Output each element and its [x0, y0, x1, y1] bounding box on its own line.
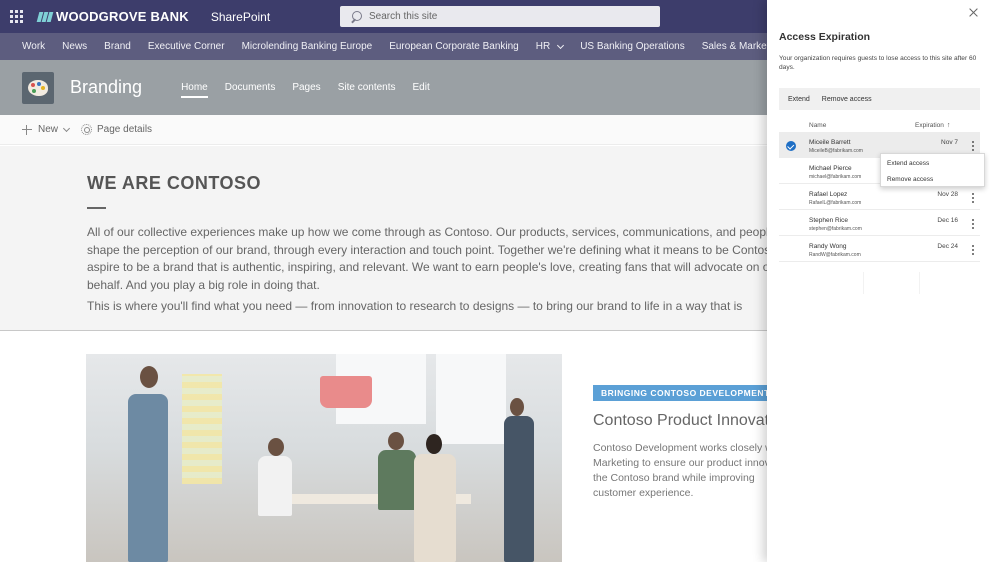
gear-icon	[81, 124, 93, 135]
hero-paragraph-1: All of our collective experiences make u…	[87, 225, 802, 292]
more-options-icon[interactable]	[972, 193, 974, 203]
site-nav-documents[interactable]: Documents	[225, 78, 276, 97]
pendant-lamp	[320, 376, 372, 408]
site-nav-edit[interactable]: Edit	[413, 78, 430, 97]
menu-item-remove-access[interactable]: Remove access	[887, 176, 933, 183]
more-options-icon[interactable]	[972, 245, 974, 255]
empty-table-area	[779, 272, 980, 294]
page-details-label: Page details	[97, 124, 153, 135]
feature-body-line: customer experience.	[593, 487, 694, 499]
hub-nav-executive-corner[interactable]: Executive Corner	[148, 41, 225, 52]
page-details-button[interactable]: Page details	[81, 124, 152, 135]
site-nav-pages[interactable]: Pages	[292, 78, 320, 97]
more-options-icon[interactable]	[972, 219, 974, 229]
heading-divider	[87, 207, 106, 209]
panel-description: Your organization requires guests to los…	[779, 55, 977, 71]
new-label: New	[38, 124, 59, 135]
column-header-expiration[interactable]: Expiration ↑	[915, 122, 950, 129]
feature-tag: BRINGING CONTOSO DEVELOPMENT TO	[593, 385, 767, 401]
row-context-menu: Extend access Remove access	[880, 153, 985, 187]
brand-name: WOODGROVE BANK	[56, 9, 189, 24]
seated-person	[378, 450, 416, 510]
app-launcher-button[interactable]	[0, 0, 33, 33]
standing-person	[128, 394, 168, 562]
person-head	[510, 398, 524, 416]
hub-nav-work[interactable]: Work	[22, 41, 45, 52]
hub-nav-brand[interactable]: Brand	[104, 41, 131, 52]
site-logo[interactable]	[22, 71, 54, 104]
column-header-expiration-label: Expiration	[915, 122, 944, 129]
remove-access-button[interactable]: Remove access	[822, 96, 872, 103]
app-name-link[interactable]: SharePoint	[211, 10, 270, 24]
guest-name: Rafael Lopez	[809, 191, 848, 198]
hero-heading: WE ARE CONTOSO	[87, 173, 262, 193]
palette-icon	[28, 79, 48, 96]
search-icon	[350, 10, 362, 23]
waffle-icon	[10, 10, 23, 23]
guest-expiration: Nov 7	[941, 139, 958, 146]
person-head	[268, 438, 284, 456]
guest-expiration: Nov 28	[937, 191, 958, 198]
access-expiration-panel: Access Expiration Your organization requ…	[767, 0, 998, 562]
table-row[interactable]: Randy Wong RandW@fabrikam.com Dec 24	[779, 236, 980, 262]
site-title[interactable]: Branding	[70, 77, 142, 98]
search-box[interactable]	[340, 6, 660, 27]
guest-email: RandW@fabrikam.com	[809, 251, 861, 258]
sort-ascending-icon: ↑	[946, 122, 951, 129]
hub-nav-hr-label: HR	[535, 41, 551, 52]
feature-title[interactable]: Contoso Product Innovation	[593, 412, 767, 430]
table-row[interactable]: Rafael Lopez RafaelL@fabrikam.com Nov 28	[779, 184, 980, 210]
guest-email: stephen@fabrikam.com	[809, 225, 862, 232]
search-input[interactable]	[369, 11, 629, 22]
person-head	[426, 434, 442, 454]
guest-email: MiceileB@fabrikam.com	[809, 147, 863, 154]
guest-name: Miceile Barrett	[809, 139, 851, 146]
panel-title: Access Expiration	[779, 31, 871, 43]
feature-body: Contoso Development works closely with M…	[593, 441, 767, 501]
extend-button[interactable]: Extend	[788, 96, 810, 103]
more-options-icon[interactable]	[972, 141, 974, 151]
plus-icon	[22, 124, 32, 135]
feature-body-line: Marketing to ensure our product innovati…	[593, 457, 767, 469]
person-head	[388, 432, 404, 450]
guest-email: michael@fabrikam.com	[809, 173, 862, 180]
table-row[interactable]: Stephen Rice stephen@fabrikam.com Dec 16	[779, 210, 980, 236]
chevron-down-icon	[62, 124, 71, 132]
feature-body-line: the Contoso brand while improving	[593, 472, 755, 484]
brand-logo-link[interactable]: WOODGROVE BANK	[36, 9, 189, 24]
team-meeting-image	[86, 354, 562, 562]
chevron-down-icon	[557, 41, 565, 49]
guest-name: Stephen Rice	[809, 217, 849, 224]
hub-nav-microlending[interactable]: Microlending Banking Europe	[242, 41, 373, 52]
site-nav-site-contents[interactable]: Site contents	[338, 78, 396, 97]
menu-item-extend-access[interactable]: Extend access	[887, 160, 929, 167]
guest-name: Michael Pierce	[809, 165, 852, 172]
column-header-name[interactable]: Name	[809, 122, 826, 129]
close-icon[interactable]	[969, 8, 978, 17]
guest-name: Randy Wong	[809, 243, 847, 250]
panel-command-bar: Extend Remove access	[779, 88, 980, 110]
hub-nav-news[interactable]: News	[62, 41, 87, 52]
hero-paragraph-2: This is where you'll find what you need …	[87, 299, 743, 313]
guest-email: RafaelL@fabrikam.com	[809, 199, 862, 206]
standing-person	[504, 416, 534, 562]
hub-nav-european-corporate[interactable]: European Corporate Banking	[389, 41, 519, 52]
checkmark-icon[interactable]	[786, 141, 796, 151]
guest-list: Miceile Barrett MiceileB@fabrikam.com No…	[779, 132, 980, 262]
seated-person	[414, 454, 456, 562]
feature-body-line: Contoso Development works closely with	[593, 442, 767, 454]
guest-expiration: Dec 16	[937, 217, 958, 224]
woodgrove-logo-icon	[36, 11, 54, 22]
hub-nav-us-banking[interactable]: US Banking Operations	[580, 41, 685, 52]
new-button[interactable]: New	[22, 124, 71, 135]
window-shape	[436, 354, 506, 444]
seated-person	[258, 456, 292, 516]
person-head	[140, 366, 158, 388]
hub-nav-hr[interactable]: HR	[535, 41, 565, 52]
sticky-notes-wall	[182, 374, 222, 484]
site-navigation: Home Documents Pages Site contents Edit	[181, 78, 430, 98]
site-nav-home[interactable]: Home	[181, 78, 208, 98]
guest-expiration: Dec 24	[937, 243, 958, 250]
